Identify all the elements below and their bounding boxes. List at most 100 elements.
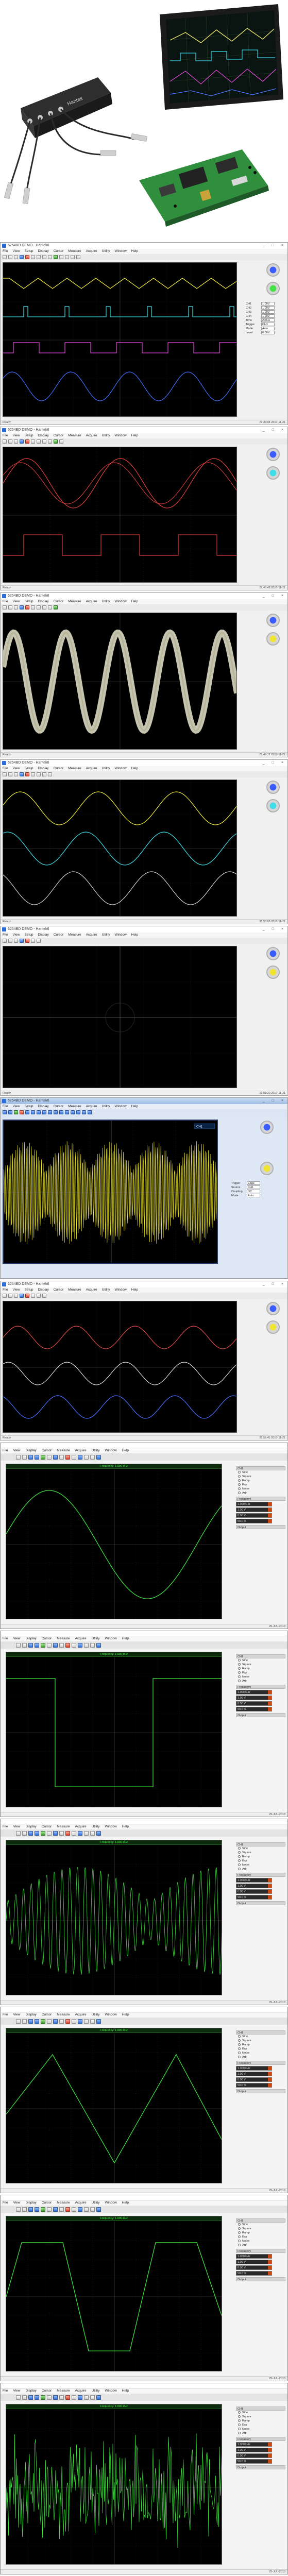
- wave-option[interactable]: Square: [236, 2415, 285, 2419]
- wave-option[interactable]: Exp: [236, 1859, 285, 1863]
- radio-icon[interactable]: [238, 2411, 241, 2414]
- start-icon[interactable]: [41, 1643, 45, 1648]
- play-icon[interactable]: [35, 1831, 39, 1836]
- waveform-display[interactable]: [3, 447, 237, 583]
- zoom-icon[interactable]: [84, 1643, 89, 1648]
- menu-item[interactable]: View: [13, 2201, 20, 2205]
- menu-measure[interactable]: Measure: [68, 434, 81, 437]
- menu-cursor[interactable]: Cursor: [54, 1288, 64, 1292]
- wave-option[interactable]: Sine: [236, 2035, 285, 2039]
- spin-icon[interactable]: [268, 1884, 272, 1888]
- cursor-icon[interactable]: [90, 1455, 95, 1460]
- sine-icon[interactable]: [53, 2207, 58, 2212]
- save-icon[interactable]: [22, 2019, 27, 2024]
- radio-icon[interactable]: [238, 1863, 241, 1867]
- menu-item[interactable]: Display: [25, 1637, 36, 1640]
- zoom-icon[interactable]: [37, 255, 41, 259]
- cursor-icon[interactable]: [90, 1831, 95, 1836]
- sine-icon[interactable]: [53, 1831, 58, 1836]
- spin-icon[interactable]: [268, 2448, 272, 2452]
- info-icon[interactable]: [76, 1110, 80, 1114]
- stop-icon[interactable]: [47, 2019, 52, 2024]
- radio-icon[interactable]: [238, 2052, 241, 2055]
- menu-file[interactable]: File: [3, 434, 8, 437]
- square-icon[interactable]: [59, 1643, 64, 1648]
- menu-display[interactable]: Display: [38, 249, 48, 253]
- wave-option[interactable]: Sine: [236, 2223, 285, 2227]
- radio-icon[interactable]: [238, 1855, 241, 1858]
- play-icon[interactable]: [35, 2019, 39, 2024]
- menu-help[interactable]: Help: [131, 249, 138, 253]
- menu-display[interactable]: Display: [38, 600, 48, 603]
- zoom-icon[interactable]: [37, 439, 41, 444]
- save-icon[interactable]: [22, 1455, 27, 1460]
- menu-acquire[interactable]: Acquire: [86, 1105, 97, 1108]
- param-field[interactable]: 1.000 kHz: [236, 2442, 272, 2447]
- panel-value[interactable]: CH1: [247, 1185, 260, 1190]
- spin-icon[interactable]: [268, 2266, 272, 2269]
- menu-item[interactable]: Utility: [92, 1637, 100, 1640]
- panel-value[interactable]: 200us: [261, 318, 275, 323]
- print-icon[interactable]: [14, 939, 18, 943]
- wave-option[interactable]: Square: [236, 2227, 285, 2231]
- menu-display[interactable]: Display: [38, 933, 48, 937]
- cursor-icon[interactable]: [90, 2395, 95, 2400]
- math-icon[interactable]: [48, 1110, 52, 1114]
- menu-measure[interactable]: Measure: [68, 1288, 81, 1292]
- radio-icon[interactable]: [238, 2227, 241, 2230]
- fft-icon[interactable]: [54, 1110, 58, 1114]
- run-icon[interactable]: [20, 255, 24, 259]
- menu-window[interactable]: Window: [115, 249, 127, 253]
- menu-utility[interactable]: Utility: [102, 1288, 110, 1292]
- open-icon[interactable]: [3, 939, 7, 943]
- wave-option[interactable]: Ramp: [236, 1855, 285, 1859]
- menu-item[interactable]: Measure: [57, 1637, 70, 1640]
- ref-icon[interactable]: [65, 255, 69, 259]
- open-icon[interactable]: [16, 2019, 21, 2024]
- stop-icon[interactable]: [47, 1643, 52, 1648]
- menu-view[interactable]: View: [12, 767, 20, 770]
- menu-item[interactable]: Window: [105, 1449, 117, 1452]
- menu-cursor[interactable]: Cursor: [54, 1105, 64, 1108]
- radio-icon[interactable]: [238, 2235, 241, 2239]
- cursor-icon[interactable]: [42, 439, 46, 444]
- print-icon[interactable]: [14, 1294, 18, 1298]
- wave-option[interactable]: Sine: [236, 1658, 285, 1663]
- menu-acquire[interactable]: Acquire: [86, 600, 97, 603]
- stop-icon[interactable]: [20, 1110, 24, 1114]
- menu-item[interactable]: File: [3, 2201, 8, 2205]
- ref-icon[interactable]: [59, 1110, 63, 1114]
- radio-icon[interactable]: [238, 1663, 241, 1666]
- menu-item[interactable]: Display: [25, 2201, 36, 2205]
- noise-icon[interactable]: [72, 2395, 76, 2400]
- menu-item[interactable]: File: [3, 1825, 8, 1828]
- menu-item[interactable]: Cursor: [42, 2013, 52, 2016]
- radio-icon[interactable]: [238, 2039, 241, 2042]
- start-icon[interactable]: [41, 2207, 45, 2212]
- menu-window[interactable]: Window: [115, 1288, 127, 1292]
- menu-window[interactable]: Window: [115, 434, 127, 437]
- menu-item[interactable]: Window: [105, 1825, 117, 1828]
- open-icon[interactable]: [16, 2207, 21, 2212]
- ramp-icon[interactable]: [65, 2019, 70, 2024]
- run-icon[interactable]: [28, 1643, 33, 1648]
- menu-item[interactable]: Window: [105, 2013, 117, 2016]
- menu-item[interactable]: Acquire: [75, 1637, 87, 1640]
- menu-measure[interactable]: Measure: [68, 600, 81, 603]
- menu-window[interactable]: Window: [115, 767, 127, 770]
- stop-icon[interactable]: [25, 605, 29, 609]
- zoom-icon[interactable]: [84, 1831, 89, 1836]
- wave-option[interactable]: Square: [236, 2039, 285, 2043]
- menu-file[interactable]: File: [3, 1105, 8, 1108]
- wave-option[interactable]: Arb: [236, 2243, 285, 2247]
- help-icon[interactable]: [76, 255, 80, 259]
- open-icon[interactable]: [3, 255, 7, 259]
- settings-icon[interactable]: [96, 2395, 101, 2400]
- menu-view[interactable]: View: [12, 434, 20, 437]
- menu-item[interactable]: Acquire: [75, 1825, 87, 1828]
- wave-option[interactable]: Noise: [236, 1487, 285, 1491]
- menu-item[interactable]: File: [3, 2389, 8, 2393]
- settings-icon[interactable]: [96, 2207, 101, 2212]
- param-field[interactable]: 50.0 %: [236, 1707, 272, 1711]
- stop-icon[interactable]: [25, 439, 29, 444]
